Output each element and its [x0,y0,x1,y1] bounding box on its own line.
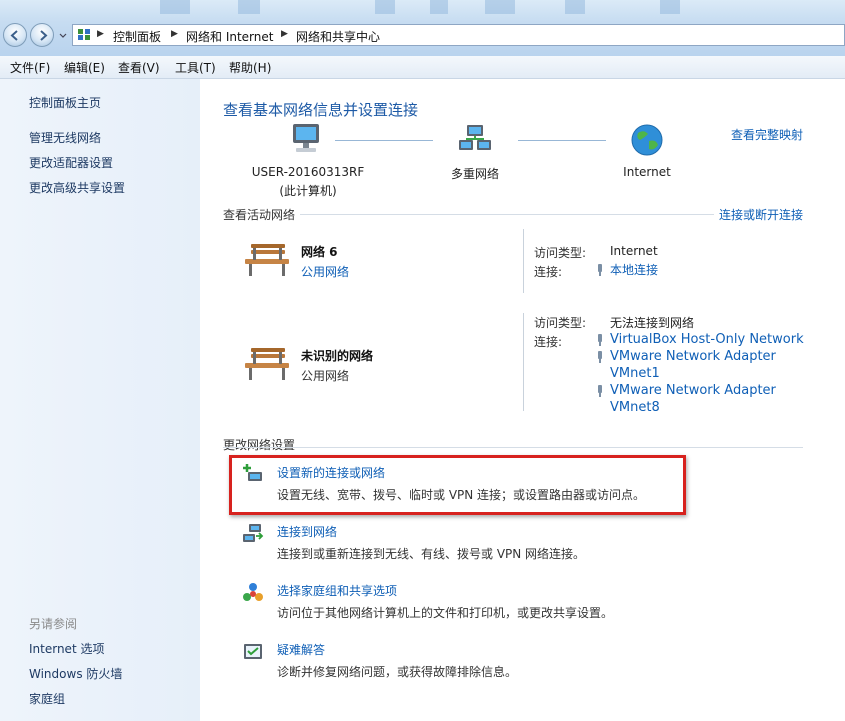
troubleshoot-icon [244,644,262,659]
task-advanced-sharing[interactable]: 更改高级共享设置 [29,179,125,196]
title-deco [565,0,585,14]
forward-arrow-icon [40,30,48,41]
connect-to-network-link[interactable]: 连接到网络 [277,523,337,540]
see-also-homegroup[interactable]: 家庭组 [29,690,65,707]
park-bench-icon [245,244,289,276]
window-titlebar: ▶ 控制面板 ▶ 网络和 Internet ▶ 网络和共享中心 [0,0,845,56]
troubleshoot-desc: 诊断并修复网络问题，或获得故障排除信息。 [277,665,518,679]
control-panel-icon [78,29,90,40]
menu-view[interactable]: 查看(V) [118,59,160,76]
network-1-name: 网络 6 [301,245,338,259]
park-bench-icon [245,348,289,380]
map-connection-line [518,140,606,141]
see-also-title: 另请参阅 [29,617,78,631]
forward-button[interactable] [30,23,54,47]
network-1-access-value: Internet [610,244,658,258]
internet-globe-icon [631,124,663,156]
network-2-type: 公用网络 [301,369,350,383]
vmware-adapter-vmnet8-link[interactable]: VMware Network Adapter [610,382,776,399]
network-1-type-link[interactable]: 公用网络 [301,263,349,280]
see-also-windows-firewall[interactable]: Windows 防火墙 [29,665,122,682]
computer-sub-label: (此计算机) [279,184,337,198]
homegroup-sharing-desc: 访问位于其他网络计算机上的文件和打印机，或更改共享设置。 [277,606,614,620]
menu-bar: 文件(F) 编辑(E) 查看(V) 工具(T) 帮助(H) [0,56,845,79]
title-deco [430,0,448,14]
menu-edit[interactable]: 编辑(E) [64,59,105,76]
vmware-adapter-vmnet8-link-line2[interactable]: VMnet8 [610,399,660,416]
menu-file[interactable]: 文件(F) [10,59,50,76]
connect-to-network-desc: 连接到或重新连接到无线、有线、拨号或 VPN 网络连接。 [277,547,586,561]
breadcrumb-separator-icon[interactable]: ▶ [171,29,178,39]
breadcrumb-network-sharing-center[interactable]: 网络和共享中心 [296,28,380,45]
connect-disconnect-link[interactable]: 连接或断开连接 [719,206,803,223]
multiple-networks-icon [459,125,491,150]
map-connection-line [335,140,433,141]
network-2-access-value: 无法连接到网络 [610,316,695,330]
breadcrumb-separator-icon[interactable]: ▶ [281,29,288,39]
internet-label: Internet [623,165,671,179]
title-deco [160,0,190,14]
recent-pages-chevron-icon[interactable] [58,32,68,40]
left-task-pane: 控制面板主页 管理无线网络 更改适配器设置 更改高级共享设置 另请参阅 Inte… [0,79,200,721]
task-change-adapter[interactable]: 更改适配器设置 [29,154,113,171]
network-1-connection-label: 连接: [534,265,563,279]
title-deco [660,0,680,14]
title-deco [238,0,260,14]
address-bar[interactable]: ▶ 控制面板 ▶ 网络和 Internet ▶ 网络和共享中心 [72,24,845,46]
computer-icon [293,124,319,152]
connect-to-network-icon [243,524,264,542]
section-rule [223,447,803,448]
title-deco [485,0,515,14]
vmware-adapter-vmnet1-link[interactable]: VMware Network Adapter [610,348,776,365]
network-divider [523,229,524,293]
task-manage-wireless[interactable]: 管理无线网络 [29,129,101,146]
homegroup-sharing-link[interactable]: 选择家庭组和共享选项 [277,582,397,599]
active-networks-heading: 查看活动网络 [223,208,296,222]
homegroup-sharing-icon [243,583,263,601]
multiple-networks-label: 多重网络 [450,167,499,181]
see-also-internet-options[interactable]: Internet 选项 [29,640,104,657]
breadcrumb-separator-icon[interactable]: ▶ [97,29,104,39]
local-connection-link[interactable]: 本地连接 [610,262,658,279]
page-title: 查看基本网络信息并设置连接 [223,101,419,119]
breadcrumb-control-panel[interactable]: 控制面板 [113,28,161,45]
breadcrumb-network-internet[interactable]: 网络和 Internet [186,28,273,45]
network-2-connection-label: 连接: [534,335,563,349]
back-button[interactable] [3,23,27,47]
change-settings-heading: 更改网络设置 [223,438,296,452]
network-plug-icon [598,264,602,276]
main-content: 查看基本网络信息并设置连接 查看完整映射 USER-20160313RF (此计… [200,79,845,721]
troubleshoot-link[interactable]: 疑难解答 [277,641,325,658]
network-2-access-label: 访问类型: [534,316,587,330]
network-2-name: 未识别的网络 [301,349,374,363]
section-rule [300,214,714,215]
network-plug-icon [598,385,602,397]
menu-help[interactable]: 帮助(H) [229,59,271,76]
full-map-link[interactable]: 查看完整映射 [731,126,803,143]
red-highlight-box [229,455,686,515]
computer-name-label: USER-20160313RF [251,165,365,179]
network-1-access-label: 访问类型: [534,246,587,260]
back-arrow-icon [10,30,18,41]
virtualbox-host-only-link[interactable]: VirtualBox Host-Only Network [610,331,804,348]
task-control-panel-home[interactable]: 控制面板主页 [29,94,101,111]
network-divider [523,313,524,411]
title-deco [375,0,395,14]
vmware-adapter-vmnet1-link-line2[interactable]: VMnet1 [610,365,660,382]
network-plug-icon [598,334,602,346]
network-plug-icon [598,351,602,363]
menu-tools[interactable]: 工具(T) [175,59,216,76]
